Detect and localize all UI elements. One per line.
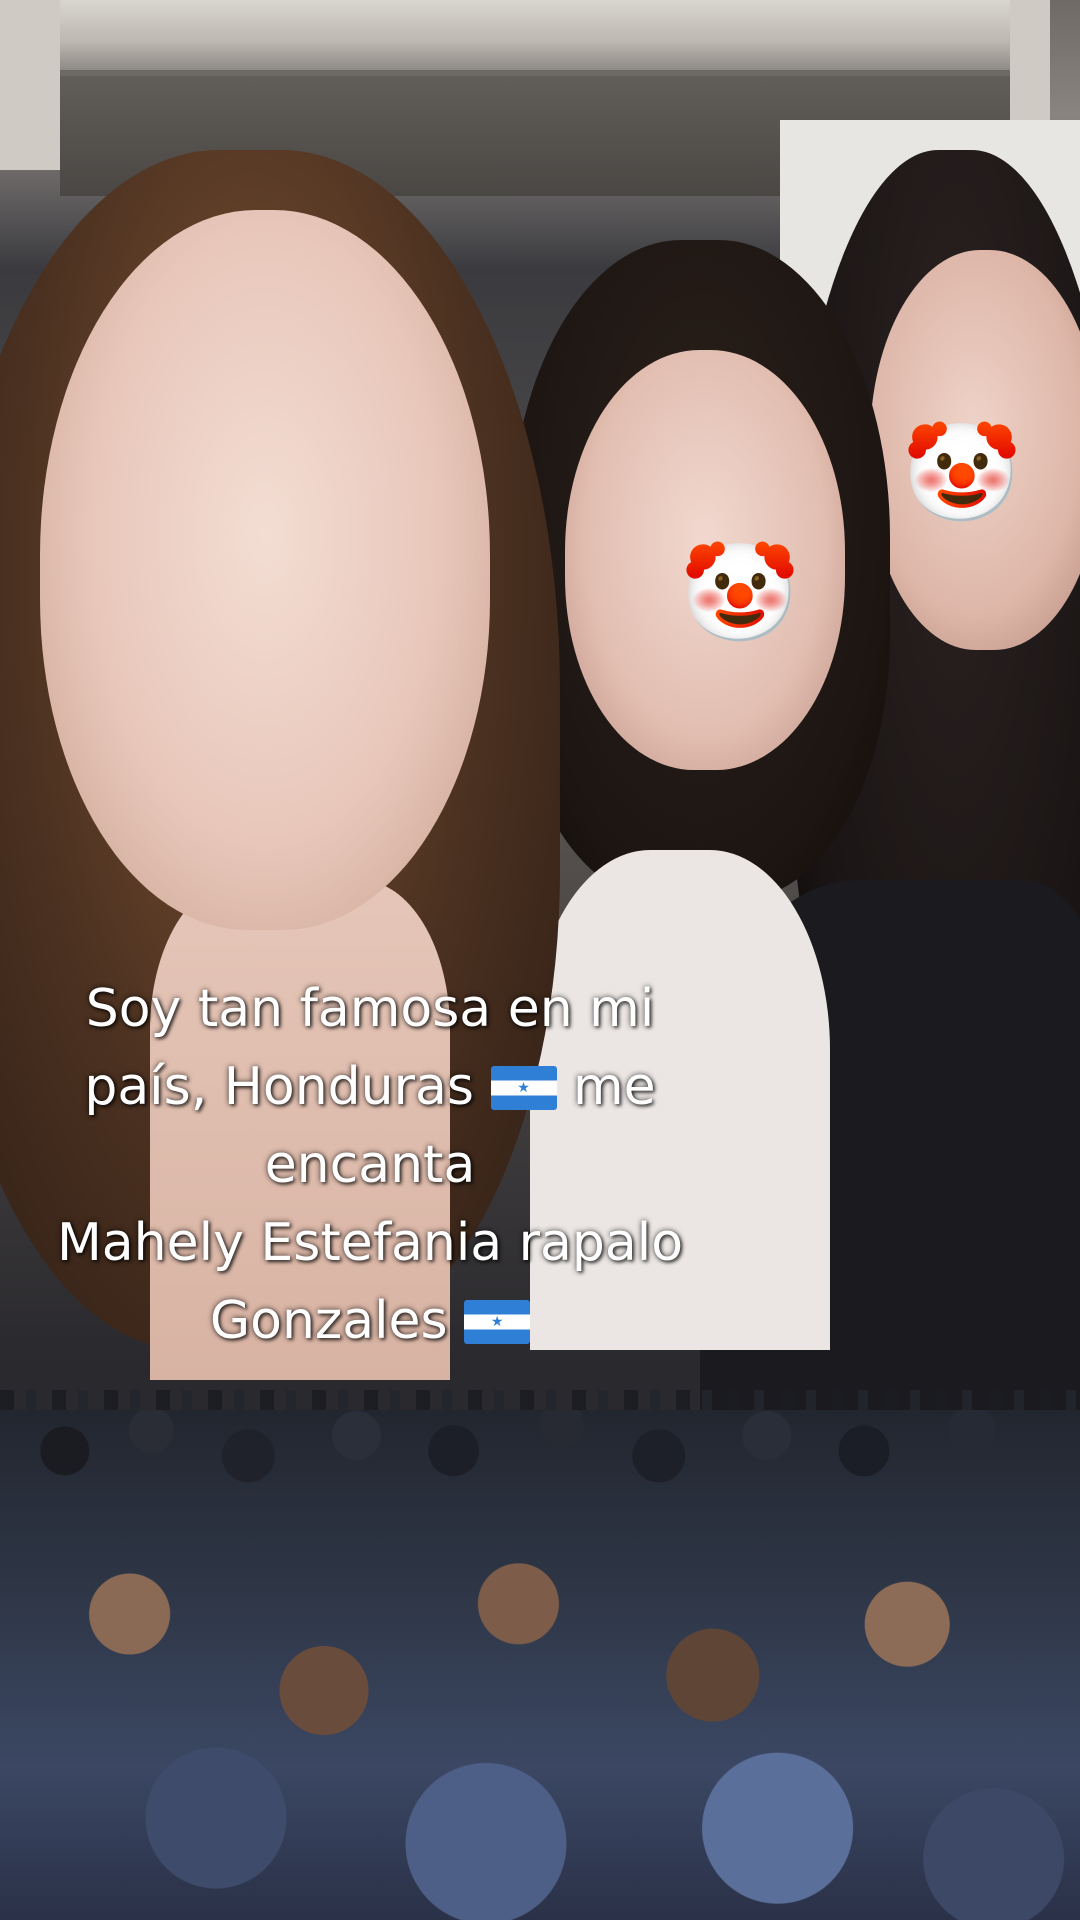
person-left-face	[40, 210, 490, 930]
shelf-post	[0, 0, 60, 170]
honduras-flag-icon	[464, 1300, 531, 1344]
caption-line: encanta	[264, 1135, 476, 1195]
clown-face-icon: 🤡	[680, 537, 800, 649]
caption-line: país, Honduras me	[20, 1048, 720, 1126]
caption-line: Soy tan famosa en mi	[85, 979, 655, 1039]
video-caption: Soy tan famosa en mi país, Honduras me e…	[20, 970, 720, 1360]
caption-text: país, Honduras	[84, 1057, 474, 1117]
clown-face-icon: 🤡	[902, 417, 1022, 529]
caption-text: Gonzales	[209, 1291, 448, 1351]
honduras-flag-icon	[490, 1066, 557, 1110]
video-frame: 🤡 🤡 Soy tan famosa en mi país, Honduras …	[0, 0, 1080, 1920]
caption-line: Mahely Estefania rapalo	[56, 1213, 684, 1273]
cheering-crowd	[0, 1410, 1080, 1920]
caption-line: Gonzales	[20, 1282, 720, 1360]
shelf	[20, 0, 1030, 76]
caption-text: me	[573, 1057, 656, 1117]
